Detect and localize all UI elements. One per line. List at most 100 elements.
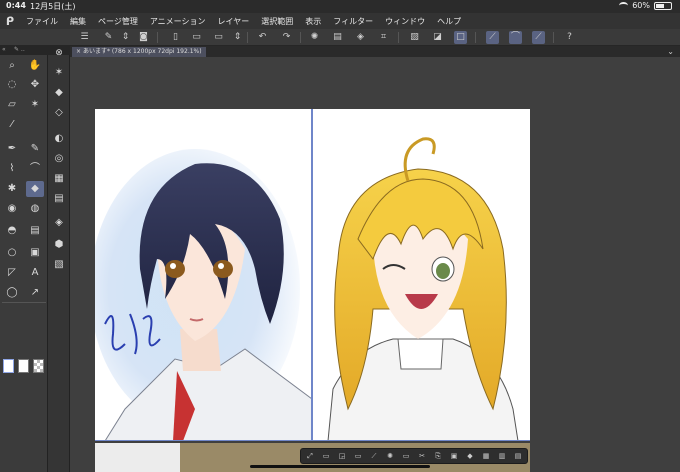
cut-icon[interactable]: ▭ <box>401 451 411 462</box>
redo-icon[interactable]: ↷ <box>280 31 293 44</box>
menu-page[interactable]: ページ管理 <box>92 16 144 27</box>
crop-icon[interactable]: ⌗ <box>377 31 390 44</box>
battery-icon <box>654 1 672 10</box>
menu-bar: ᑭ ファイル 編集 ページ管理 アニメーション レイヤー 選択範囲 表示 フィル… <box>0 13 680 29</box>
menu-icon[interactable]: ☰ <box>78 31 91 44</box>
deselect-icon[interactable]: ⤢ <box>305 451 315 462</box>
menu-layer[interactable]: レイヤー <box>212 16 256 27</box>
sub-tool-icon-5[interactable]: ◎ <box>50 151 68 167</box>
lasso-icon[interactable]: ◌ <box>3 77 21 93</box>
tool-panel-header: « ✎ ‥ <box>0 46 48 55</box>
sub-tool-icon-2[interactable]: ◆ <box>50 85 68 101</box>
menu-file[interactable]: ファイル <box>20 16 64 27</box>
main-color-swatch[interactable] <box>3 359 14 373</box>
date: 12月5日(土) <box>30 2 76 11</box>
canvas-paper[interactable] <box>95 109 530 441</box>
menu-edit[interactable]: 編集 <box>64 16 92 27</box>
eraser-pressure-icon[interactable]: ⟋ <box>532 31 545 44</box>
canvas-icon[interactable]: ◆ <box>465 451 475 462</box>
magic-wand-icon[interactable]: ✶ <box>26 97 44 113</box>
clip-logo-icon[interactable]: ◙ <box>137 31 150 44</box>
home-indicator <box>250 465 430 468</box>
duplicate-icon[interactable]: ▥ <box>497 451 507 462</box>
frame-border-horizontal <box>95 440 530 441</box>
move-icon[interactable]: ✥ <box>26 77 44 93</box>
ruler-icon[interactable]: ◸ <box>3 265 21 281</box>
balloon-icon[interactable]: ◯ <box>3 285 21 301</box>
frame-icon[interactable]: ▣ <box>26 245 44 261</box>
settings-icon[interactable]: ✺ <box>385 451 395 462</box>
up-down-icon[interactable]: ⇕ <box>119 31 132 44</box>
gradient-icon[interactable]: ▤ <box>26 223 44 239</box>
sub-color-swatch[interactable] <box>18 359 29 373</box>
next-page-left <box>95 443 180 472</box>
sub-tool-icon-7[interactable]: ▤ <box>50 191 68 207</box>
sub-tool-icon-8[interactable]: ◈ <box>50 215 68 231</box>
select-invert-icon[interactable]: ◪ <box>431 31 444 44</box>
pencil-icon[interactable]: ✎ <box>26 141 44 157</box>
menu-window[interactable]: ウィンドウ <box>379 16 431 27</box>
select-icon[interactable]: ▨ <box>408 31 421 44</box>
eraser-tool-icon[interactable]: ◆ <box>26 181 44 197</box>
selection-launcher: ⤢ ▭ ◲ ▭ ⟋ ✺ ▭ ✂ ⎘ ▣ ◆ ▦ ▥ ▤ <box>300 448 528 464</box>
select-frame-icon[interactable]: □ <box>454 31 467 44</box>
sub-tool-icon-3[interactable]: ◇ <box>50 105 68 121</box>
blend-icon[interactable]: ◉ <box>3 201 21 217</box>
new-file-icon[interactable]: ▯ <box>169 31 182 44</box>
help-icon[interactable]: ? <box>563 31 576 44</box>
scale-icon[interactable]: ⟋ <box>369 451 379 462</box>
smudge-icon[interactable]: ◍ <box>26 201 44 217</box>
menu-animation[interactable]: アニメーション <box>144 16 212 27</box>
undo-icon[interactable]: ↶ <box>256 31 269 44</box>
eraser-icon[interactable]: ▱ <box>3 97 21 113</box>
pen-icon[interactable]: ✒ <box>3 141 21 157</box>
save-icon[interactable]: ▭ <box>212 31 225 44</box>
transform-icon-2[interactable]: ▭ <box>353 451 363 462</box>
close-tab-icon[interactable]: × <box>76 48 83 55</box>
text-icon[interactable]: A <box>26 265 44 281</box>
sub-tool-palette: ⊗ ✶ ◆ ◇ ◐ ◎ ▦ ▤ ◈ ⬢ ▧ <box>48 48 70 472</box>
correct-line-icon[interactable]: ↗ <box>26 285 44 301</box>
up-down-icon-2[interactable]: ⇕ <box>231 31 244 44</box>
app-logo-icon[interactable]: ᑭ <box>0 15 20 28</box>
new-page-icon[interactable]: ✎ <box>102 31 115 44</box>
brush-tab-icon[interactable]: ✎ ‥ <box>14 46 25 53</box>
copy-layer-icon[interactable]: ▦ <box>481 451 491 462</box>
shape-icon[interactable]: ○ <box>3 245 21 261</box>
sub-tool-icon-9[interactable]: ⬢ <box>50 237 68 253</box>
transform-icon[interactable]: ◈ <box>354 31 367 44</box>
transparent-color-swatch[interactable] <box>33 359 44 373</box>
chevron-down-icon[interactable]: ⌄ <box>667 47 674 56</box>
pen-pressure-icon[interactable]: ⟋ <box>486 31 499 44</box>
more-icon[interactable]: ▤ <box>513 451 523 462</box>
loading-icon[interactable]: ✺ <box>308 31 321 44</box>
menu-view[interactable]: 表示 <box>299 16 327 27</box>
paste-icon[interactable]: ⎘ <box>433 451 443 462</box>
fill-icon-2[interactable]: ▣ <box>449 451 459 462</box>
sub-tool-icon-1[interactable]: ✶ <box>50 65 68 81</box>
expand-icon[interactable]: ◲ <box>337 451 347 462</box>
fill-icon[interactable]: ▤ <box>331 31 344 44</box>
menu-selection[interactable]: 選択範囲 <box>255 16 299 27</box>
sub-tool-icon-4[interactable]: ◐ <box>50 131 68 147</box>
sub-header-icon[interactable]: ⊗ <box>50 45 68 61</box>
fill-bucket-icon[interactable]: ◓ <box>3 223 21 239</box>
wifi-icon <box>619 2 629 9</box>
marker-icon[interactable]: ⌒ <box>26 161 44 177</box>
copy-icon[interactable]: ✂ <box>417 451 427 462</box>
invert-icon[interactable]: ▭ <box>321 451 331 462</box>
eyedropper-icon[interactable]: ⁄ <box>3 117 21 133</box>
zoom-icon[interactable]: ⌕ <box>3 58 21 74</box>
brush-pressure-icon[interactable]: ⌒ <box>509 31 522 44</box>
sub-tool-icon-6[interactable]: ▦ <box>50 171 68 187</box>
collapse-icon[interactable]: « <box>2 46 6 53</box>
separator <box>553 32 554 43</box>
airbrush-icon[interactable]: ✱ <box>3 181 21 197</box>
hand-icon[interactable]: ✋ <box>26 58 44 74</box>
menu-filter[interactable]: フィルター <box>327 16 379 27</box>
document-tab[interactable]: × あいます* (786 x 1200px 72dpi 192.1%) <box>72 47 206 57</box>
brush-icon[interactable]: ⌇ <box>3 161 21 177</box>
menu-help[interactable]: ヘルプ <box>431 16 467 27</box>
open-folder-icon[interactable]: ▭ <box>190 31 203 44</box>
sub-tool-icon-10[interactable]: ▧ <box>50 257 68 273</box>
